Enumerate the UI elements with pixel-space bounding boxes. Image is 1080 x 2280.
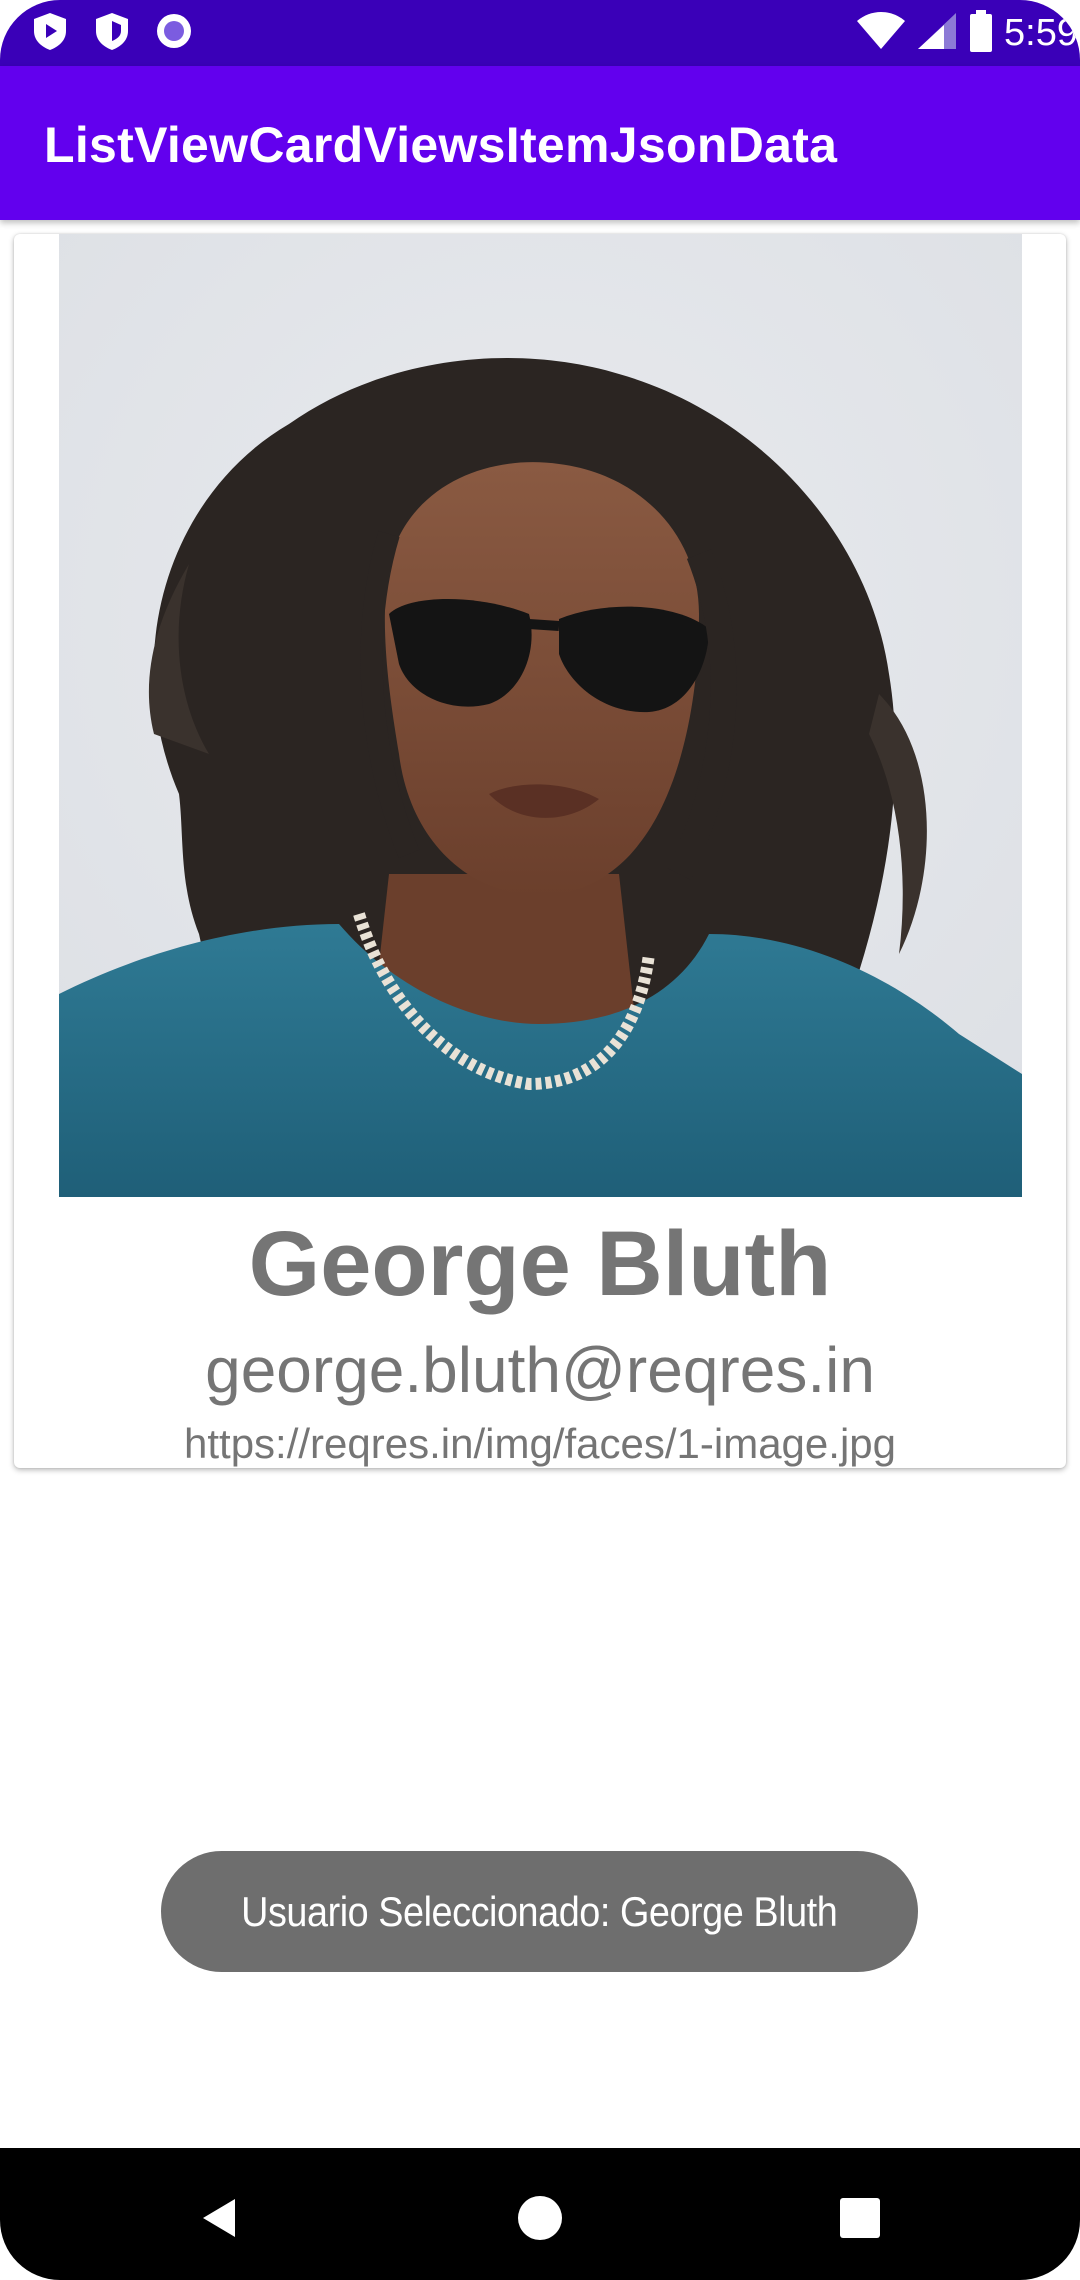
toast-message: Usuario Seleccionado: George Bluth: [241, 1887, 838, 1935]
status-bar: 5:59: [0, 0, 1080, 66]
user-photo: [59, 234, 1022, 1197]
play-protect-icon: [28, 9, 72, 58]
user-avatar-url: https://reqres.in/img/faces/1-image.jpg: [184, 1420, 896, 1467]
recents-icon: [840, 2198, 880, 2238]
navigation-bar: [0, 2148, 1080, 2280]
status-notifications: [28, 10, 196, 56]
home-icon: [518, 2196, 562, 2240]
back-icon: [203, 2199, 235, 2237]
toast: Usuario Seleccionado: George Bluth: [161, 1851, 918, 1972]
user-email: george.bluth@reqres.in: [205, 1334, 875, 1406]
user-name: George Bluth: [248, 1213, 832, 1315]
back-button[interactable]: [180, 2178, 260, 2258]
app-title: ListViewCardViewsItemJsonData: [44, 117, 838, 173]
status-time: 5:59: [1004, 11, 1078, 54]
signal-icon: [916, 11, 958, 56]
shield-icon: [90, 9, 134, 58]
app-bar: ListViewCardViewsItemJsonData: [0, 66, 1080, 220]
user-card[interactable]: George Bluth george.bluth@reqres.in http…: [14, 234, 1066, 1468]
notification-dot-icon: [152, 9, 196, 58]
home-button[interactable]: [500, 2178, 580, 2258]
phone-screen: 5:59 ListViewCardViewsItemJsonData Georg…: [0, 0, 1080, 2280]
wifi-icon: [856, 11, 906, 56]
recents-button[interactable]: [820, 2178, 900, 2258]
battery-icon: [968, 9, 994, 57]
status-system-icons: 5:59: [856, 8, 1080, 58]
